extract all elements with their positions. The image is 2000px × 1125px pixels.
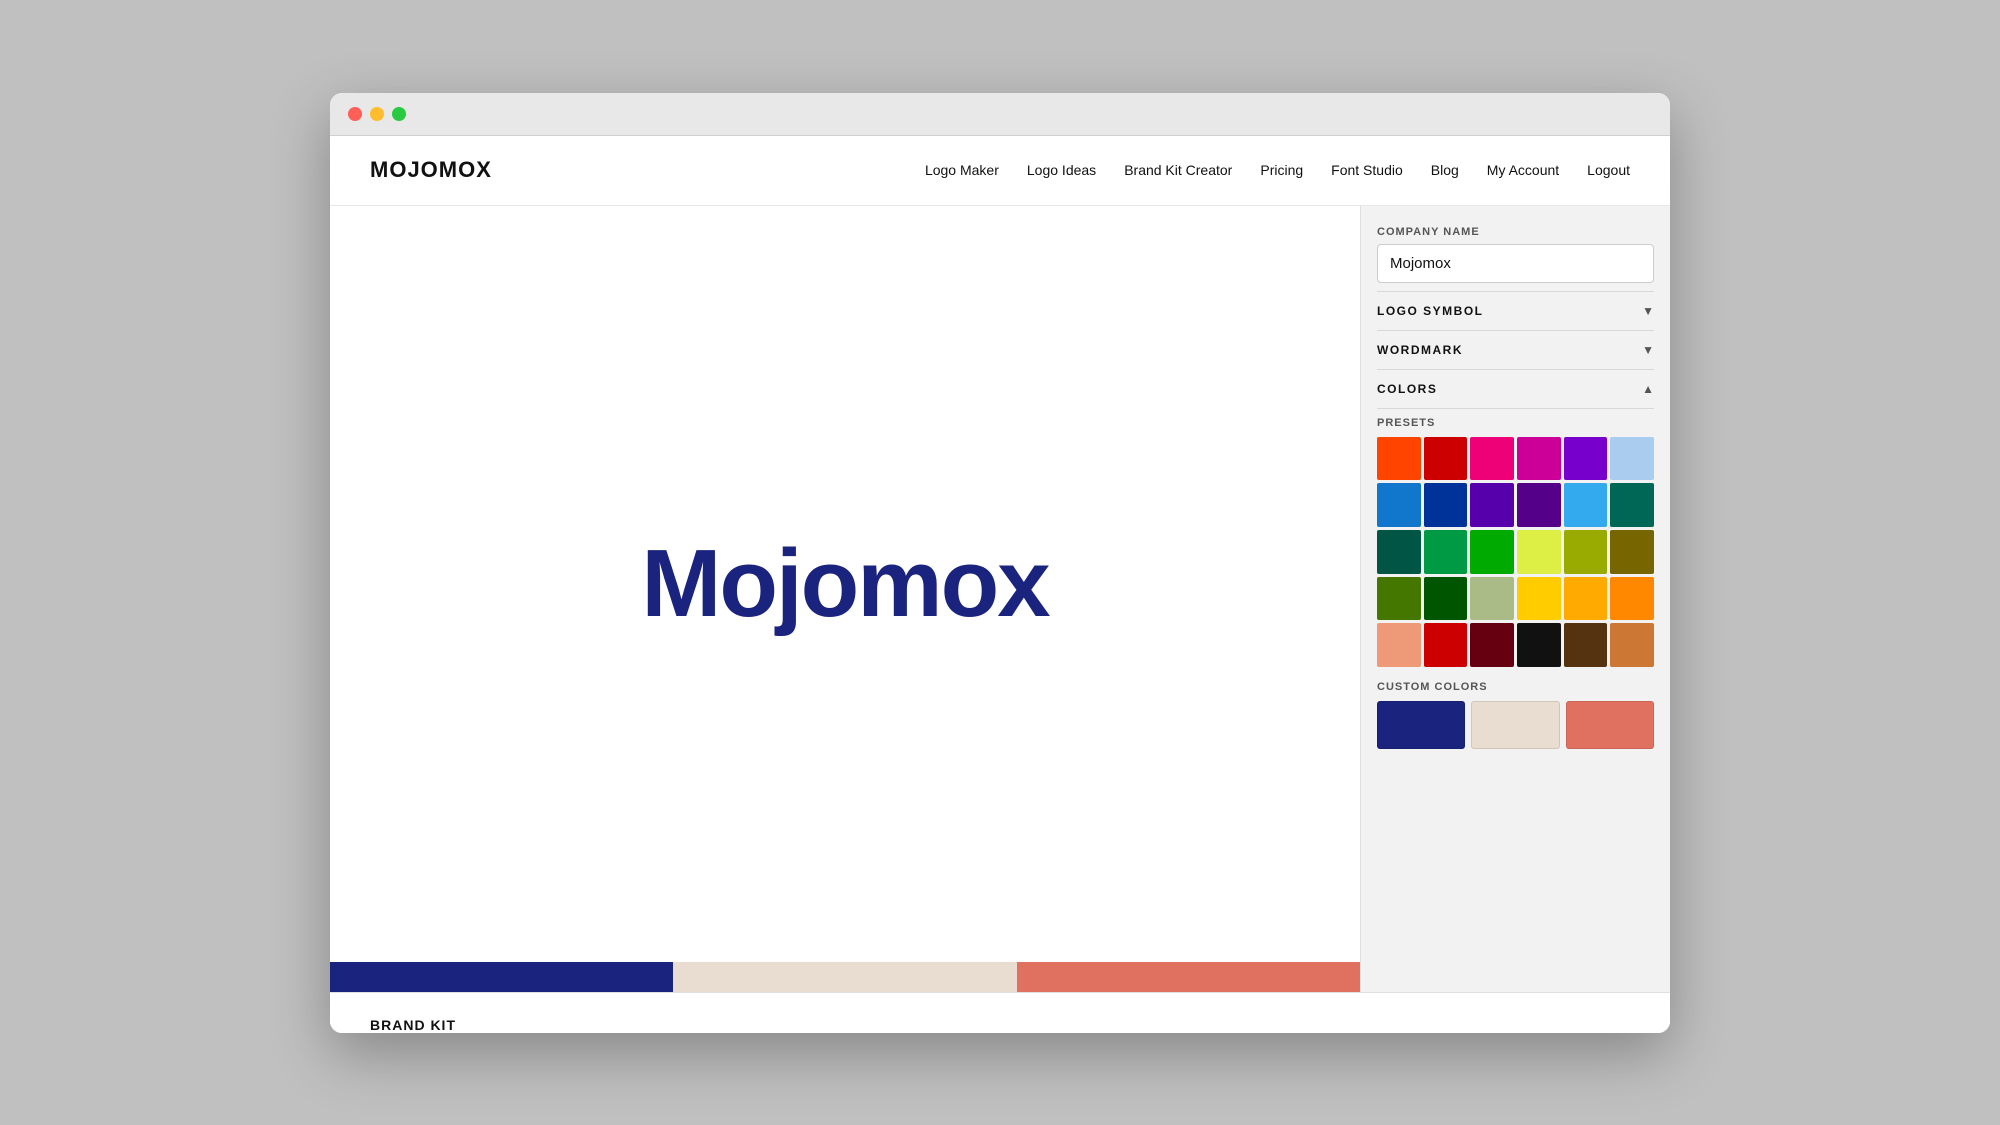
preset-swatch[interactable]: [1517, 577, 1561, 621]
browser-window: MOJOMOX Logo Maker Logo Ideas Brand Kit …: [330, 93, 1670, 1033]
preset-swatch[interactable]: [1610, 437, 1654, 481]
pricing-link[interactable]: Pricing: [1260, 162, 1303, 178]
custom-colors-label: CUSTOM COLORS: [1377, 681, 1654, 693]
logo-preview-text: Mojomox: [641, 529, 1048, 639]
preset-swatch[interactable]: [1610, 483, 1654, 527]
desktop-background: MOJOMOX Logo Maker Logo Ideas Brand Kit …: [0, 0, 2000, 1125]
minimize-button[interactable]: [370, 107, 384, 121]
preset-swatch[interactable]: [1424, 530, 1468, 574]
preset-swatch[interactable]: [1610, 577, 1654, 621]
preset-swatch[interactable]: [1470, 577, 1514, 621]
logo-maker-link[interactable]: Logo Maker: [925, 162, 999, 178]
preset-swatch[interactable]: [1517, 530, 1561, 574]
color-bar-strip: [330, 962, 1360, 992]
color-bar-accent: [1017, 962, 1360, 992]
preset-swatch[interactable]: [1610, 530, 1654, 574]
brand-kit-creator-link[interactable]: Brand Kit Creator: [1124, 162, 1232, 178]
preset-swatch[interactable]: [1377, 483, 1421, 527]
preset-swatch[interactable]: [1377, 530, 1421, 574]
color-bar-secondary: [673, 962, 1016, 992]
chevron-up-icon: ▲: [1642, 382, 1654, 396]
my-account-link[interactable]: My Account: [1487, 162, 1559, 178]
custom-color-swatch-1[interactable]: [1377, 701, 1465, 749]
wordmark-accordion[interactable]: WORDMARK ▼: [1377, 330, 1654, 369]
preset-swatch[interactable]: [1470, 530, 1514, 574]
preset-swatch[interactable]: [1377, 577, 1421, 621]
preset-swatch[interactable]: [1517, 483, 1561, 527]
browser-content: MOJOMOX Logo Maker Logo Ideas Brand Kit …: [330, 136, 1670, 1033]
preset-swatch[interactable]: [1564, 530, 1608, 574]
font-studio-link[interactable]: Font Studio: [1331, 162, 1403, 178]
preset-swatch[interactable]: [1377, 437, 1421, 481]
preset-swatch[interactable]: [1424, 577, 1468, 621]
preset-swatch[interactable]: [1564, 483, 1608, 527]
color-bar-primary: [330, 962, 673, 992]
custom-color-swatch-2[interactable]: [1471, 701, 1559, 749]
company-name-section: COMPANY NAME: [1377, 226, 1654, 283]
site-logo: MOJOMOX: [370, 157, 492, 183]
preset-swatch[interactable]: [1377, 623, 1421, 667]
chevron-down-icon: ▼: [1642, 343, 1654, 357]
preset-swatch[interactable]: [1517, 623, 1561, 667]
preset-swatch[interactable]: [1517, 437, 1561, 481]
preset-swatch[interactable]: [1470, 623, 1514, 667]
wordmark-label: WORDMARK: [1377, 343, 1463, 357]
colors-accordion[interactable]: COLORS ▲: [1377, 369, 1654, 409]
chevron-down-icon: ▼: [1642, 304, 1654, 318]
preview-canvas: Mojomox: [330, 206, 1360, 962]
preset-swatch[interactable]: [1424, 437, 1468, 481]
bottom-bar: BRAND KIT: [330, 992, 1670, 1033]
logout-link[interactable]: Logout: [1587, 162, 1630, 178]
sidebar: COMPANY NAME LOGO SYMBOL ▼ WORDMARK ▼: [1360, 206, 1670, 992]
main-area: Mojomox COMPANY NAME: [330, 206, 1670, 992]
browser-chrome: [330, 93, 1670, 136]
colors-section: PRESETS: [1377, 409, 1654, 749]
preview-pane: Mojomox: [330, 206, 1360, 992]
close-button[interactable]: [348, 107, 362, 121]
preset-swatch[interactable]: [1424, 623, 1468, 667]
company-name-input[interactable]: [1377, 244, 1654, 283]
preset-swatch[interactable]: [1470, 437, 1514, 481]
logo-symbol-accordion[interactable]: LOGO SYMBOL ▼: [1377, 291, 1654, 330]
color-presets-grid: [1377, 437, 1654, 667]
custom-colors-row: [1377, 701, 1654, 749]
preset-swatch[interactable]: [1564, 577, 1608, 621]
maximize-button[interactable]: [392, 107, 406, 121]
preset-swatch[interactable]: [1564, 437, 1608, 481]
presets-label: PRESETS: [1377, 417, 1654, 429]
custom-color-swatch-3[interactable]: [1566, 701, 1654, 749]
preset-swatch[interactable]: [1610, 623, 1654, 667]
blog-link[interactable]: Blog: [1431, 162, 1459, 178]
company-name-label: COMPANY NAME: [1377, 226, 1654, 238]
colors-label: COLORS: [1377, 382, 1437, 396]
brand-kit-label: BRAND KIT: [330, 1003, 1670, 1033]
nav-links: Logo Maker Logo Ideas Brand Kit Creator …: [925, 162, 1630, 178]
logo-ideas-link[interactable]: Logo Ideas: [1027, 162, 1096, 178]
preset-swatch[interactable]: [1564, 623, 1608, 667]
logo-symbol-label: LOGO SYMBOL: [1377, 304, 1484, 318]
preset-swatch[interactable]: [1424, 483, 1468, 527]
preset-swatch[interactable]: [1470, 483, 1514, 527]
navbar: MOJOMOX Logo Maker Logo Ideas Brand Kit …: [330, 136, 1670, 206]
